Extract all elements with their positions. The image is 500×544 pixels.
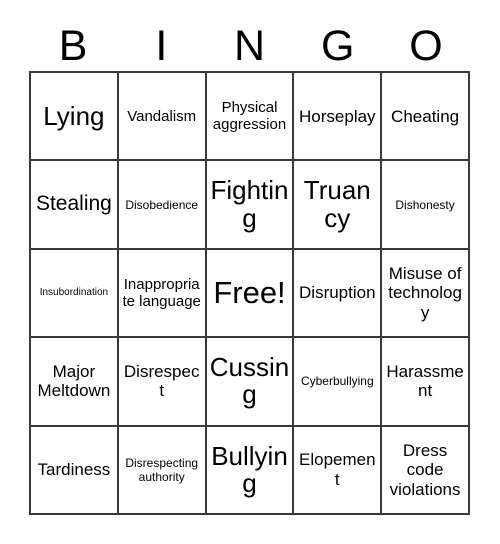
bingo-cell[interactable]: Tardiness (31, 426, 119, 516)
bingo-cell-label: Truancy (303, 175, 371, 233)
bingo-cell[interactable]: Cheating (382, 73, 470, 162)
bingo-cell[interactable]: Disruption (294, 249, 383, 339)
bingo-grid: Lying Vandalism Physical aggression Horsepl… (29, 71, 470, 516)
bingo-cell-label: Insubordination (39, 287, 109, 299)
bingo-cell[interactable]: Major Meltdown (31, 338, 119, 427)
bingo-cell-label: Inappropriate language (122, 275, 201, 311)
bingo-header-row: B I N G O (29, 18, 470, 68)
bingo-cell[interactable]: Truancy (294, 161, 383, 250)
bingo-header-letter-o: O (409, 22, 443, 70)
bingo-row: Insubordination Inappropriate language Fre… (31, 249, 470, 339)
bingo-header-letter-n: N (233, 22, 266, 70)
bingo-cell-label: Fighting (210, 175, 289, 233)
bingo-cell[interactable]: Disrespect (118, 338, 207, 427)
bingo-cell-label: Disruption (299, 283, 376, 303)
bingo-cell[interactable]: Dress code violations (382, 426, 470, 516)
bingo-header-letter-g: G (320, 22, 355, 70)
bingo-cell[interactable]: Vandalism (118, 73, 207, 162)
bingo-cell[interactable]: Harassment (382, 338, 470, 427)
bingo-cell[interactable]: Disobedience (118, 161, 207, 250)
bingo-cell-label: Harassment (386, 362, 464, 401)
bingo-row: Major Meltdown Disrespect Cussing Cyberbull… (31, 338, 470, 427)
bingo-cell[interactable]: Cussing (206, 338, 295, 427)
bingo-row: Tardiness Disrespecting authority Bullying… (31, 426, 470, 516)
bingo-cell-label: Cyberbullying (300, 374, 374, 389)
bingo-row: Lying Vandalism Physical aggression Horsepl… (31, 73, 470, 162)
bingo-cell-label: Free! (213, 274, 286, 310)
bingo-cell[interactable]: Elopement (294, 426, 383, 516)
bingo-cell-label: Lying (43, 100, 105, 131)
bingo-free-cell[interactable]: Free! (206, 249, 295, 339)
bingo-cell-label: Disobedience (125, 197, 199, 212)
bingo-cell-label: Physical aggression (212, 98, 287, 134)
bingo-cell[interactable]: Inappropriate language (118, 249, 207, 339)
bingo-cell-label: Vandalism (127, 107, 197, 125)
bingo-cell[interactable]: Physical aggression (206, 73, 295, 162)
bingo-cell[interactable]: Insubordination (31, 249, 119, 339)
bingo-cell-label: Dress code violations (389, 440, 461, 499)
bingo-cell-label: Cheating (391, 106, 460, 126)
bingo-cell-label: Misuse of technology (388, 263, 462, 322)
bingo-cell-label: Stealing (35, 192, 112, 216)
bingo-header-letter-b: B (58, 22, 88, 70)
bingo-cell-label: Bullying (211, 440, 288, 498)
bingo-cell-label: Cussing (209, 352, 290, 410)
bingo-cell[interactable]: Horseplay (294, 73, 383, 162)
bingo-cell[interactable]: Fighting (206, 161, 295, 250)
bingo-header-letter-i: I (155, 22, 168, 70)
bingo-cell[interactable]: Bullying (206, 426, 295, 516)
bingo-cell-label: Elopement (299, 450, 376, 489)
bingo-card: B I N G O Lying Vandalism Physical aggress… (0, 0, 500, 544)
bingo-cell-label: Horseplay (299, 106, 376, 126)
bingo-cell[interactable]: Stealing (31, 161, 119, 250)
bingo-cell-label: Disrespecting authority (125, 455, 199, 484)
bingo-cell[interactable]: Dishonesty (382, 161, 470, 250)
bingo-cell-label: Dishonesty (395, 197, 455, 212)
bingo-cell[interactable]: Misuse of technology (382, 249, 470, 339)
bingo-cell[interactable]: Disrespecting authority (118, 426, 207, 516)
bingo-cell[interactable]: Cyberbullying (294, 338, 383, 427)
bingo-cell-label: Disrespect (123, 362, 200, 401)
bingo-cell[interactable]: Lying (31, 73, 119, 162)
bingo-cell-label: Tardiness (37, 460, 111, 480)
bingo-row: Stealing Disobedience Fighting Truancy Disho… (31, 161, 470, 250)
bingo-cell-label: Major Meltdown (37, 362, 111, 401)
